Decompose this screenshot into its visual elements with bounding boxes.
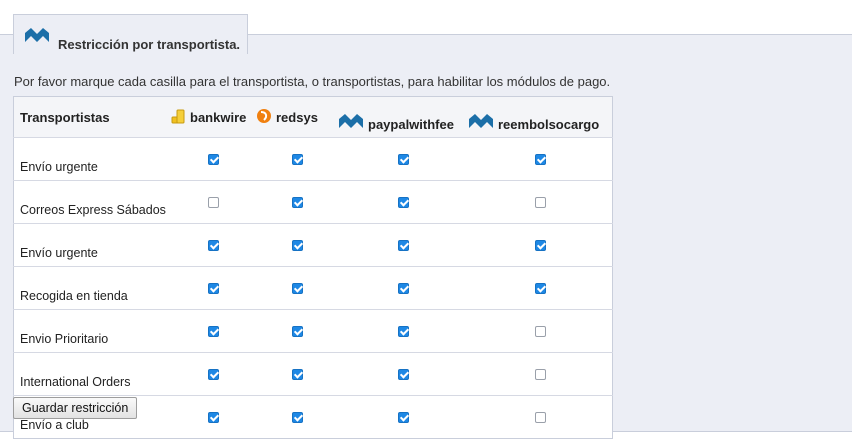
module-checkbox-redsys[interactable] (291, 326, 303, 337)
module-checkbox-redsys[interactable] (291, 240, 303, 251)
module-checkbox-redsys[interactable] (291, 154, 303, 165)
module-checkbox-redsys[interactable] (291, 412, 303, 423)
checkbox-cell (468, 352, 613, 396)
module-checkbox-paypalwithfee[interactable] (397, 283, 409, 294)
checkbox-cell (338, 266, 468, 310)
carrier-name: Correos Express Sábados (13, 180, 170, 224)
checkbox-cell (170, 137, 256, 181)
module-checkbox-paypalwithfee[interactable] (397, 240, 409, 251)
module-checkbox-reembolsocargo[interactable] (534, 154, 546, 165)
module-checkbox-reembolsocargo[interactable] (534, 197, 546, 208)
module-checkbox-paypalwithfee[interactable] (397, 326, 409, 337)
table-row: Recogida en tienda (13, 266, 613, 310)
table-row: Envío urgente (13, 137, 613, 181)
module-checkbox-paypalwithfee[interactable] (397, 154, 409, 165)
column-header-reembolsocargo: reembolsocargo (468, 96, 613, 138)
carrier-name: Envío urgente (13, 137, 170, 181)
module-checkbox-bankwire[interactable] (207, 154, 219, 165)
checkbox-cell (338, 352, 468, 396)
table-header-row: Transportistas bankwire redsys paypalwit… (13, 96, 613, 138)
checkbox-cell (170, 352, 256, 396)
module-checkbox-reembolsocargo[interactable] (534, 326, 546, 337)
carrier-name: Envio Prioritario (13, 309, 170, 353)
checkbox-cell (468, 137, 613, 181)
module-checkbox-reembolsocargo[interactable] (534, 240, 546, 251)
checkbox-cell (170, 180, 256, 224)
carrier-name: Recogida en tienda (13, 266, 170, 310)
module-checkbox-bankwire[interactable] (207, 240, 219, 251)
module-checkbox-bankwire[interactable] (207, 369, 219, 380)
carrier-name: International Orders (13, 352, 170, 396)
save-restriction-button[interactable]: Guardar restricción (13, 397, 138, 419)
column-header-carriers: Transportistas (13, 96, 170, 138)
checkbox-cell (256, 309, 338, 353)
module-checkbox-bankwire[interactable] (207, 326, 219, 337)
checkbox-cell (256, 352, 338, 396)
module-checkbox-paypalwithfee[interactable] (397, 197, 409, 208)
checkbox-cell (468, 180, 613, 224)
table-row: Correos Express Sábados (13, 180, 613, 224)
module-checkbox-reembolsocargo[interactable] (534, 412, 546, 423)
section-tab: Restricción por transportista. (13, 14, 248, 54)
table-row: Envio Prioritario (13, 309, 613, 353)
table-row: International Orders (13, 352, 613, 396)
checkbox-cell (338, 223, 468, 267)
checkbox-cell (468, 223, 613, 267)
checkbox-cell (170, 223, 256, 267)
column-header-paypalwithfee: paypalwithfee (338, 96, 468, 138)
checkbox-cell (170, 309, 256, 353)
checkbox-cell (468, 309, 613, 353)
module-checkbox-bankwire[interactable] (207, 197, 219, 208)
carrier-name: Envío urgente (13, 223, 170, 267)
column-header-bankwire: bankwire (170, 96, 256, 138)
checkbox-cell (338, 137, 468, 181)
prestashop-logo-icon (338, 113, 364, 132)
prestashop-logo-icon (24, 27, 50, 48)
checkbox-cell (338, 309, 468, 353)
checkbox-cell (338, 395, 468, 439)
checkbox-cell (256, 266, 338, 310)
redsys-icon (256, 108, 272, 127)
module-checkbox-reembolsocargo[interactable] (534, 283, 546, 294)
module-checkbox-paypalwithfee[interactable] (397, 412, 409, 423)
intro-text: Por favor marque cada casilla para el tr… (14, 74, 611, 89)
section-title: Restricción por transportista. (58, 37, 241, 52)
module-checkbox-bankwire[interactable] (207, 283, 219, 294)
checkbox-cell (170, 395, 256, 439)
carrier-restriction-table: Transportistas bankwire redsys paypalwit… (13, 96, 613, 439)
module-checkbox-redsys[interactable] (291, 197, 303, 208)
module-checkbox-paypalwithfee[interactable] (397, 369, 409, 380)
checkbox-cell (338, 180, 468, 224)
checkbox-cell (256, 223, 338, 267)
checkbox-cell (256, 137, 338, 181)
checkbox-cell (170, 266, 256, 310)
checkbox-cell (256, 180, 338, 224)
table-row: Envío urgente (13, 223, 613, 267)
module-checkbox-redsys[interactable] (291, 283, 303, 294)
module-name: paypalwithfee (368, 116, 454, 132)
module-checkbox-bankwire[interactable] (207, 412, 219, 423)
coins-icon (170, 108, 186, 127)
module-name: redsys (276, 109, 318, 125)
module-checkbox-reembolsocargo[interactable] (534, 369, 546, 380)
checkbox-cell (256, 395, 338, 439)
checkbox-cell (468, 266, 613, 310)
module-name: reembolsocargo (498, 116, 600, 132)
checkbox-cell (468, 395, 613, 439)
module-checkbox-redsys[interactable] (291, 369, 303, 380)
prestashop-logo-icon (468, 113, 494, 132)
column-header-redsys: redsys (256, 96, 338, 138)
module-name: bankwire (190, 109, 247, 125)
